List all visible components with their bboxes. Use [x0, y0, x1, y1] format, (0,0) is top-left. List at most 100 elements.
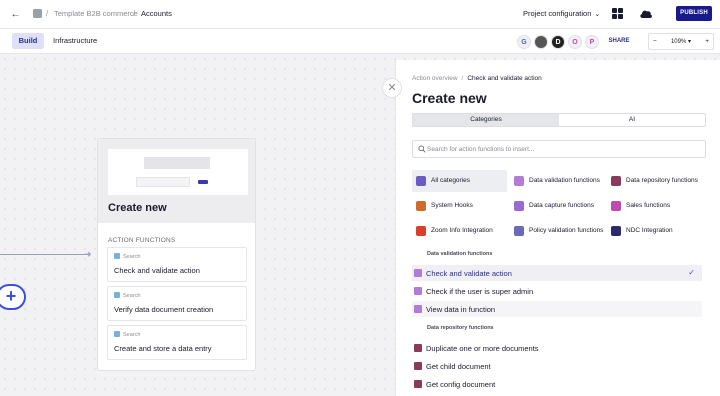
category-label: Zoom Info Integration — [431, 227, 493, 234]
function-item[interactable]: Get child document — [412, 358, 702, 374]
data-repository-icon — [414, 362, 422, 370]
cloud-icon[interactable] — [639, 8, 653, 19]
function-label: Check and validate action — [426, 268, 512, 278]
search-icon — [114, 292, 120, 298]
data-repository-icon — [414, 380, 422, 388]
policy-validation-icon — [514, 226, 524, 236]
zoom-in-button[interactable]: + — [705, 38, 709, 45]
breadcrumb-project[interactable]: Template B2B commerce — [54, 9, 138, 18]
share-button[interactable]: SHARE — [604, 34, 634, 49]
category-label: Sales functions — [626, 202, 671, 209]
zoom-control: − 109% ▾ + — [648, 33, 714, 50]
function-item[interactable]: Check if the user is super admin — [412, 283, 702, 299]
breadcrumb-separator: / — [133, 9, 136, 18]
function-label: Get config document — [426, 379, 496, 389]
category-policy-validation[interactable]: Policy validation functions — [514, 220, 604, 242]
tab-infrastructure[interactable]: Infrastructure — [53, 33, 97, 49]
node-card[interactable]: Create new ACTION FUNCTIONS Search Check… — [97, 138, 256, 371]
data-repository-icon — [414, 344, 422, 352]
avatar[interactable] — [534, 35, 548, 49]
back-arrow-icon[interactable]: ← — [10, 9, 21, 20]
node-action-item[interactable]: Search Create and store a data entry — [107, 325, 247, 360]
node-action-item[interactable]: Search Verify data document creation — [107, 286, 247, 321]
data-validation-icon — [414, 305, 422, 313]
search-input[interactable] — [427, 143, 697, 155]
tab-build[interactable]: Build — [12, 33, 44, 49]
category-ndc[interactable]: NDC Integration — [611, 220, 706, 242]
category-data-repository[interactable]: Data repository functions — [611, 170, 706, 192]
publish-button[interactable]: PUBLISH — [676, 6, 712, 21]
top-bar: ← / Template B2B commerce / Accounts Pro… — [0, 0, 720, 29]
item-label: Create and store a data entry — [114, 344, 212, 353]
chevron-down-icon: ⌄ — [594, 11, 601, 18]
function-item[interactable]: Check and validate action ✓ — [412, 265, 702, 281]
category-data-capture[interactable]: Data capture functions — [514, 195, 604, 217]
function-search — [412, 140, 706, 158]
item-tag: Search — [123, 332, 141, 338]
function-item[interactable]: Get config document — [412, 376, 702, 392]
app-icon[interactable] — [33, 9, 42, 18]
node-action-item[interactable]: Search Check and validate action — [107, 247, 247, 282]
category-all[interactable]: All categories — [412, 170, 507, 192]
zoom-out-button[interactable]: − — [653, 38, 657, 45]
category-label: Policy validation functions — [529, 227, 604, 234]
function-item[interactable]: View data in function — [412, 301, 702, 317]
mode-bar: Build Infrastructure G D O P SHARE − 109… — [0, 29, 720, 54]
category-label: Data validation functions — [529, 177, 600, 184]
function-label: Check if the user is super admin — [426, 286, 534, 296]
breadcrumb-current: Accounts — [141, 9, 172, 18]
item-label: Verify data document creation — [114, 305, 214, 314]
panel-breadcrumb: Action overview / Check and validate actio… — [412, 75, 542, 82]
zoom-level: 109% — [670, 39, 687, 45]
avatar[interactable]: P — [585, 35, 599, 49]
search-icon — [114, 331, 120, 337]
avatar[interactable]: G — [517, 35, 531, 49]
flow-connector — [0, 254, 90, 255]
arrow-right-icon: ➜ — [84, 249, 92, 259]
close-panel-icon[interactable]: ✕ — [382, 78, 402, 98]
sales-icon — [611, 201, 621, 211]
breadcrumb-action-overview[interactable]: Action overview — [412, 75, 458, 82]
system-hooks-icon — [416, 201, 426, 211]
section-heading: Data repository functions — [427, 325, 494, 331]
category-system-hooks[interactable]: System Hooks — [416, 195, 506, 217]
node-section-label: ACTION FUNCTIONS — [108, 237, 176, 244]
function-label: View data in function — [426, 304, 496, 314]
function-label: Duplicate one or more documents — [426, 343, 539, 353]
add-node-button[interactable]: + — [0, 284, 26, 310]
data-validation-icon — [514, 176, 524, 186]
project-configuration-label: Project configuration — [523, 9, 592, 18]
data-validation-icon — [414, 269, 422, 277]
category-label: Data repository functions — [626, 177, 698, 184]
node-title: Create new — [108, 202, 167, 214]
breadcrumb-separator: / — [46, 9, 49, 18]
breadcrumb-current: Check and validate action — [467, 75, 542, 82]
category-sales[interactable]: Sales functions — [611, 195, 706, 217]
all-categories-icon — [416, 176, 426, 186]
category-zoominfo[interactable]: Zoom Info Integration — [416, 220, 511, 242]
item-label: Check and validate action — [114, 266, 200, 275]
search-icon — [418, 145, 426, 153]
category-label: Data capture functions — [529, 202, 595, 209]
function-item[interactable]: Duplicate one or more documents — [412, 340, 702, 356]
data-validation-icon — [414, 287, 422, 295]
apps-grid-icon[interactable] — [612, 8, 623, 19]
ndc-icon — [611, 226, 621, 236]
avatar[interactable]: D — [551, 35, 565, 49]
category-label: All categories — [431, 177, 471, 184]
function-label: Get child document — [426, 361, 491, 371]
project-configuration-dropdown[interactable]: Project configuration ⌄ — [523, 9, 600, 18]
data-repository-icon — [611, 176, 621, 186]
panel-title: Create new — [412, 90, 487, 106]
collaborator-avatars: G D O P — [517, 35, 599, 49]
data-capture-icon — [514, 201, 524, 211]
checkmark-icon: ✓ — [688, 268, 695, 277]
category-data-validation[interactable]: Data validation functions — [514, 170, 604, 192]
section-heading: Data validation functions — [427, 251, 493, 257]
tab-categories[interactable]: Categories — [413, 114, 559, 126]
action-panel: Action overview / Check and validate actio… — [395, 60, 720, 396]
zoom-level-dropdown[interactable]: 109% ▾ — [671, 38, 691, 45]
tab-ai[interactable]: AI — [559, 114, 705, 126]
item-tag: Search — [123, 293, 141, 299]
avatar[interactable]: O — [568, 35, 582, 49]
